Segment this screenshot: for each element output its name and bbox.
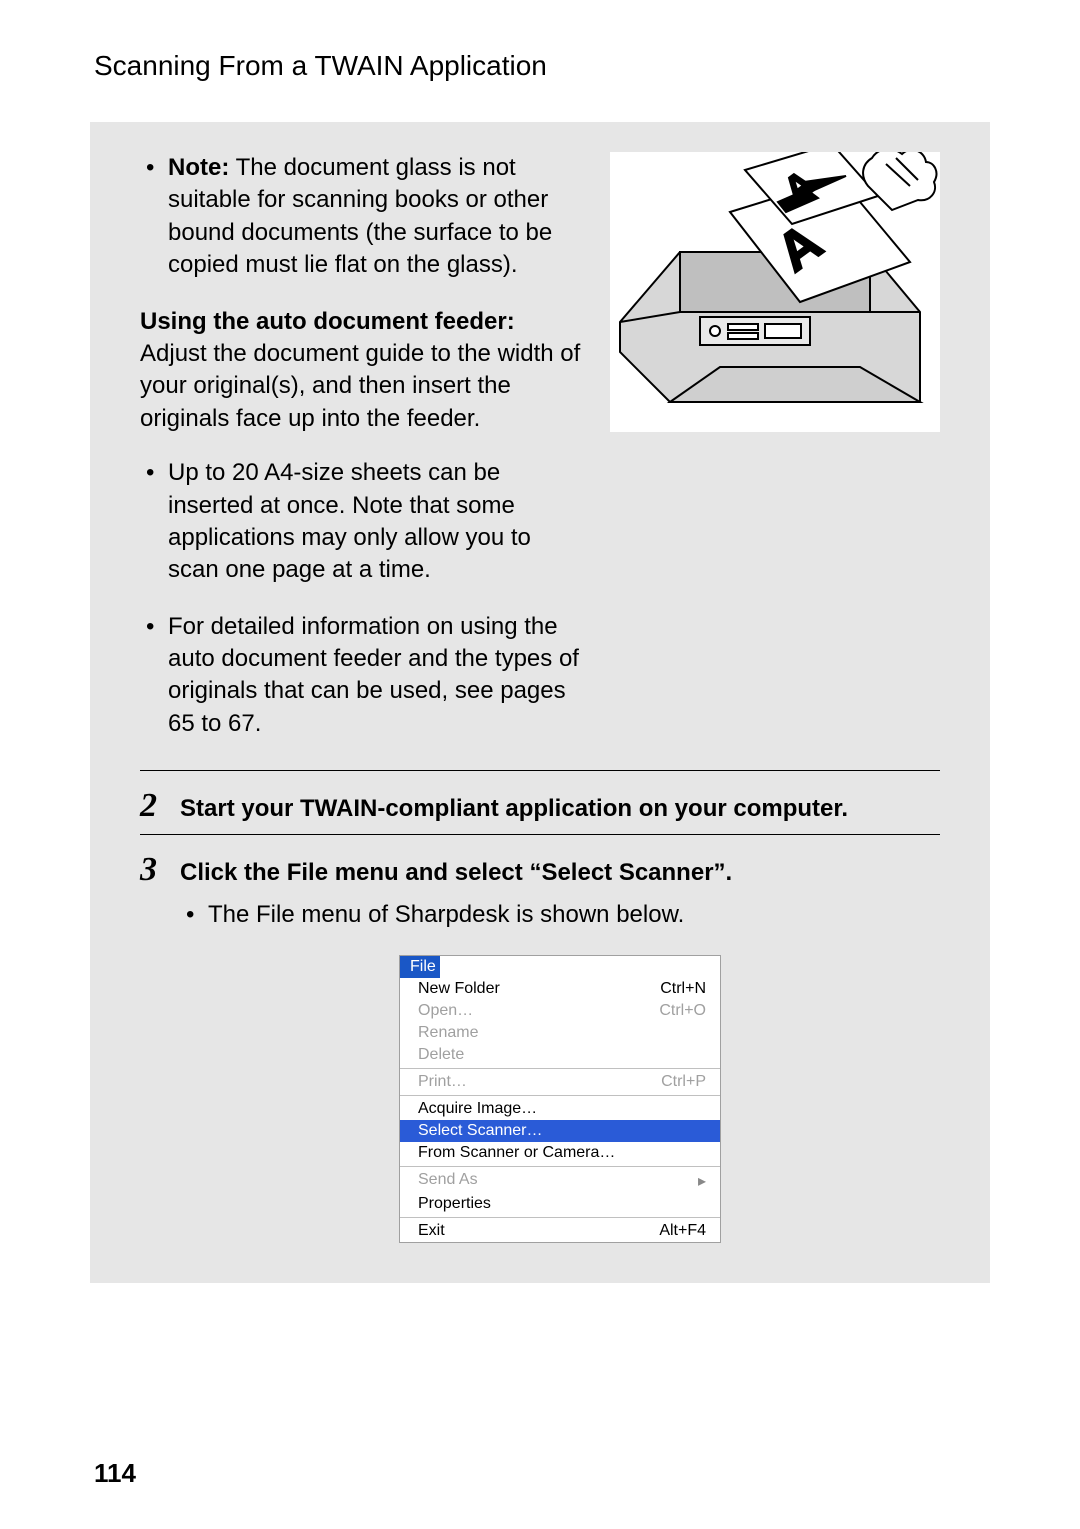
menu-item-label: From Scanner or Camera…: [418, 1144, 615, 1162]
separator-2: [140, 834, 940, 835]
menu-item-label: Properties: [418, 1195, 491, 1213]
step-3-bullet-list: The File menu of Sharpdesk is shown belo…: [180, 899, 940, 931]
page-number: 114: [94, 1458, 136, 1489]
separator-1: [140, 770, 940, 771]
menu-item: From Scanner or Camera…: [400, 1142, 720, 1164]
step-3-number: 3: [140, 853, 164, 887]
menu-separator: [400, 1166, 720, 1167]
step-2-row: 2 Start your TWAIN-compliant application…: [140, 789, 940, 825]
menu-item: Rename: [400, 1022, 720, 1044]
content-panel: Note: The document glass is not suitable…: [90, 122, 990, 1283]
illustration-container: A A: [610, 152, 940, 764]
menu-item: Properties: [400, 1193, 720, 1215]
adf-bullet-list: Up to 20 A4-size sheets can be inserted …: [140, 457, 586, 740]
page-title: Scanning From a TWAIN Application: [94, 50, 990, 82]
note-list: Note: The document glass is not suitable…: [140, 152, 586, 282]
menu-item: Open… Ctrl+O: [400, 1000, 720, 1022]
note-label: Note:: [168, 154, 229, 181]
menu-item-label: Rename: [418, 1024, 478, 1042]
menu-separator: [400, 1095, 720, 1096]
note-item: Note: The document glass is not suitable…: [140, 152, 586, 282]
menu-item: Select Scanner…: [400, 1120, 720, 1142]
step-2-text: Start your TWAIN-compliant application o…: [180, 789, 848, 825]
menu-item: Delete: [400, 1044, 720, 1066]
menu-separator: [400, 1068, 720, 1069]
menu-item-label: Print…: [418, 1073, 467, 1091]
document-page: Scanning From a TWAIN Application Note: …: [0, 0, 1080, 1529]
menu-item: Exit Alt+F4: [400, 1220, 720, 1242]
top-text-column: Note: The document glass is not suitable…: [140, 152, 586, 764]
menu-item-label: Delete: [418, 1046, 464, 1064]
menu-item-shortcut: Ctrl+P: [661, 1073, 706, 1091]
menu-item-label: Send As: [418, 1171, 478, 1191]
file-menu-screenshot: File New Folder Ctrl+N Open… Ctrl+O Rename De…: [399, 955, 721, 1243]
top-section: Note: The document glass is not suitable…: [140, 152, 940, 764]
adf-heading: Using the auto document feeder:: [140, 306, 586, 338]
menu-item-label: Open…: [418, 1002, 473, 1020]
menu-item: Send As ▸: [400, 1169, 720, 1193]
menu-item-shortcut: Alt+F4: [659, 1222, 706, 1240]
step-3-bullet: The File menu of Sharpdesk is shown belo…: [180, 899, 940, 931]
submenu-arrow-icon: ▸: [698, 1171, 706, 1191]
step-3-text: Click the File menu and select “Select S…: [180, 853, 732, 889]
step-3-row: 3 Click the File menu and select “Select…: [140, 853, 940, 889]
printer-loading-illustration-icon: A A: [610, 152, 940, 432]
menu-item-label: Acquire Image…: [418, 1100, 537, 1118]
adf-paragraph: Adjust the document guide to the width o…: [140, 338, 586, 435]
step-2-number: 2: [140, 789, 164, 823]
adf-bullet-1: Up to 20 A4-size sheets can be inserted …: [140, 457, 586, 587]
menu-item-label: Exit: [418, 1222, 445, 1240]
menu-item-shortcut: Ctrl+O: [659, 1002, 706, 1020]
menu-item: Acquire Image…: [400, 1098, 720, 1120]
menu-item: New Folder Ctrl+N: [400, 978, 720, 1000]
menu-item-label: Select Scanner…: [418, 1122, 543, 1140]
step-3-body: The File menu of Sharpdesk is shown belo…: [140, 899, 940, 1243]
menu-body: New Folder Ctrl+N Open… Ctrl+O Rename Delete P…: [400, 978, 720, 1242]
menu-separator: [400, 1217, 720, 1218]
menu-item-shortcut: Ctrl+N: [660, 980, 706, 998]
menu-header: File: [400, 956, 440, 978]
menu-item-label: New Folder: [418, 980, 500, 998]
adf-bullet-2: For detailed information on using the au…: [140, 611, 586, 741]
menu-item: Print… Ctrl+P: [400, 1071, 720, 1093]
